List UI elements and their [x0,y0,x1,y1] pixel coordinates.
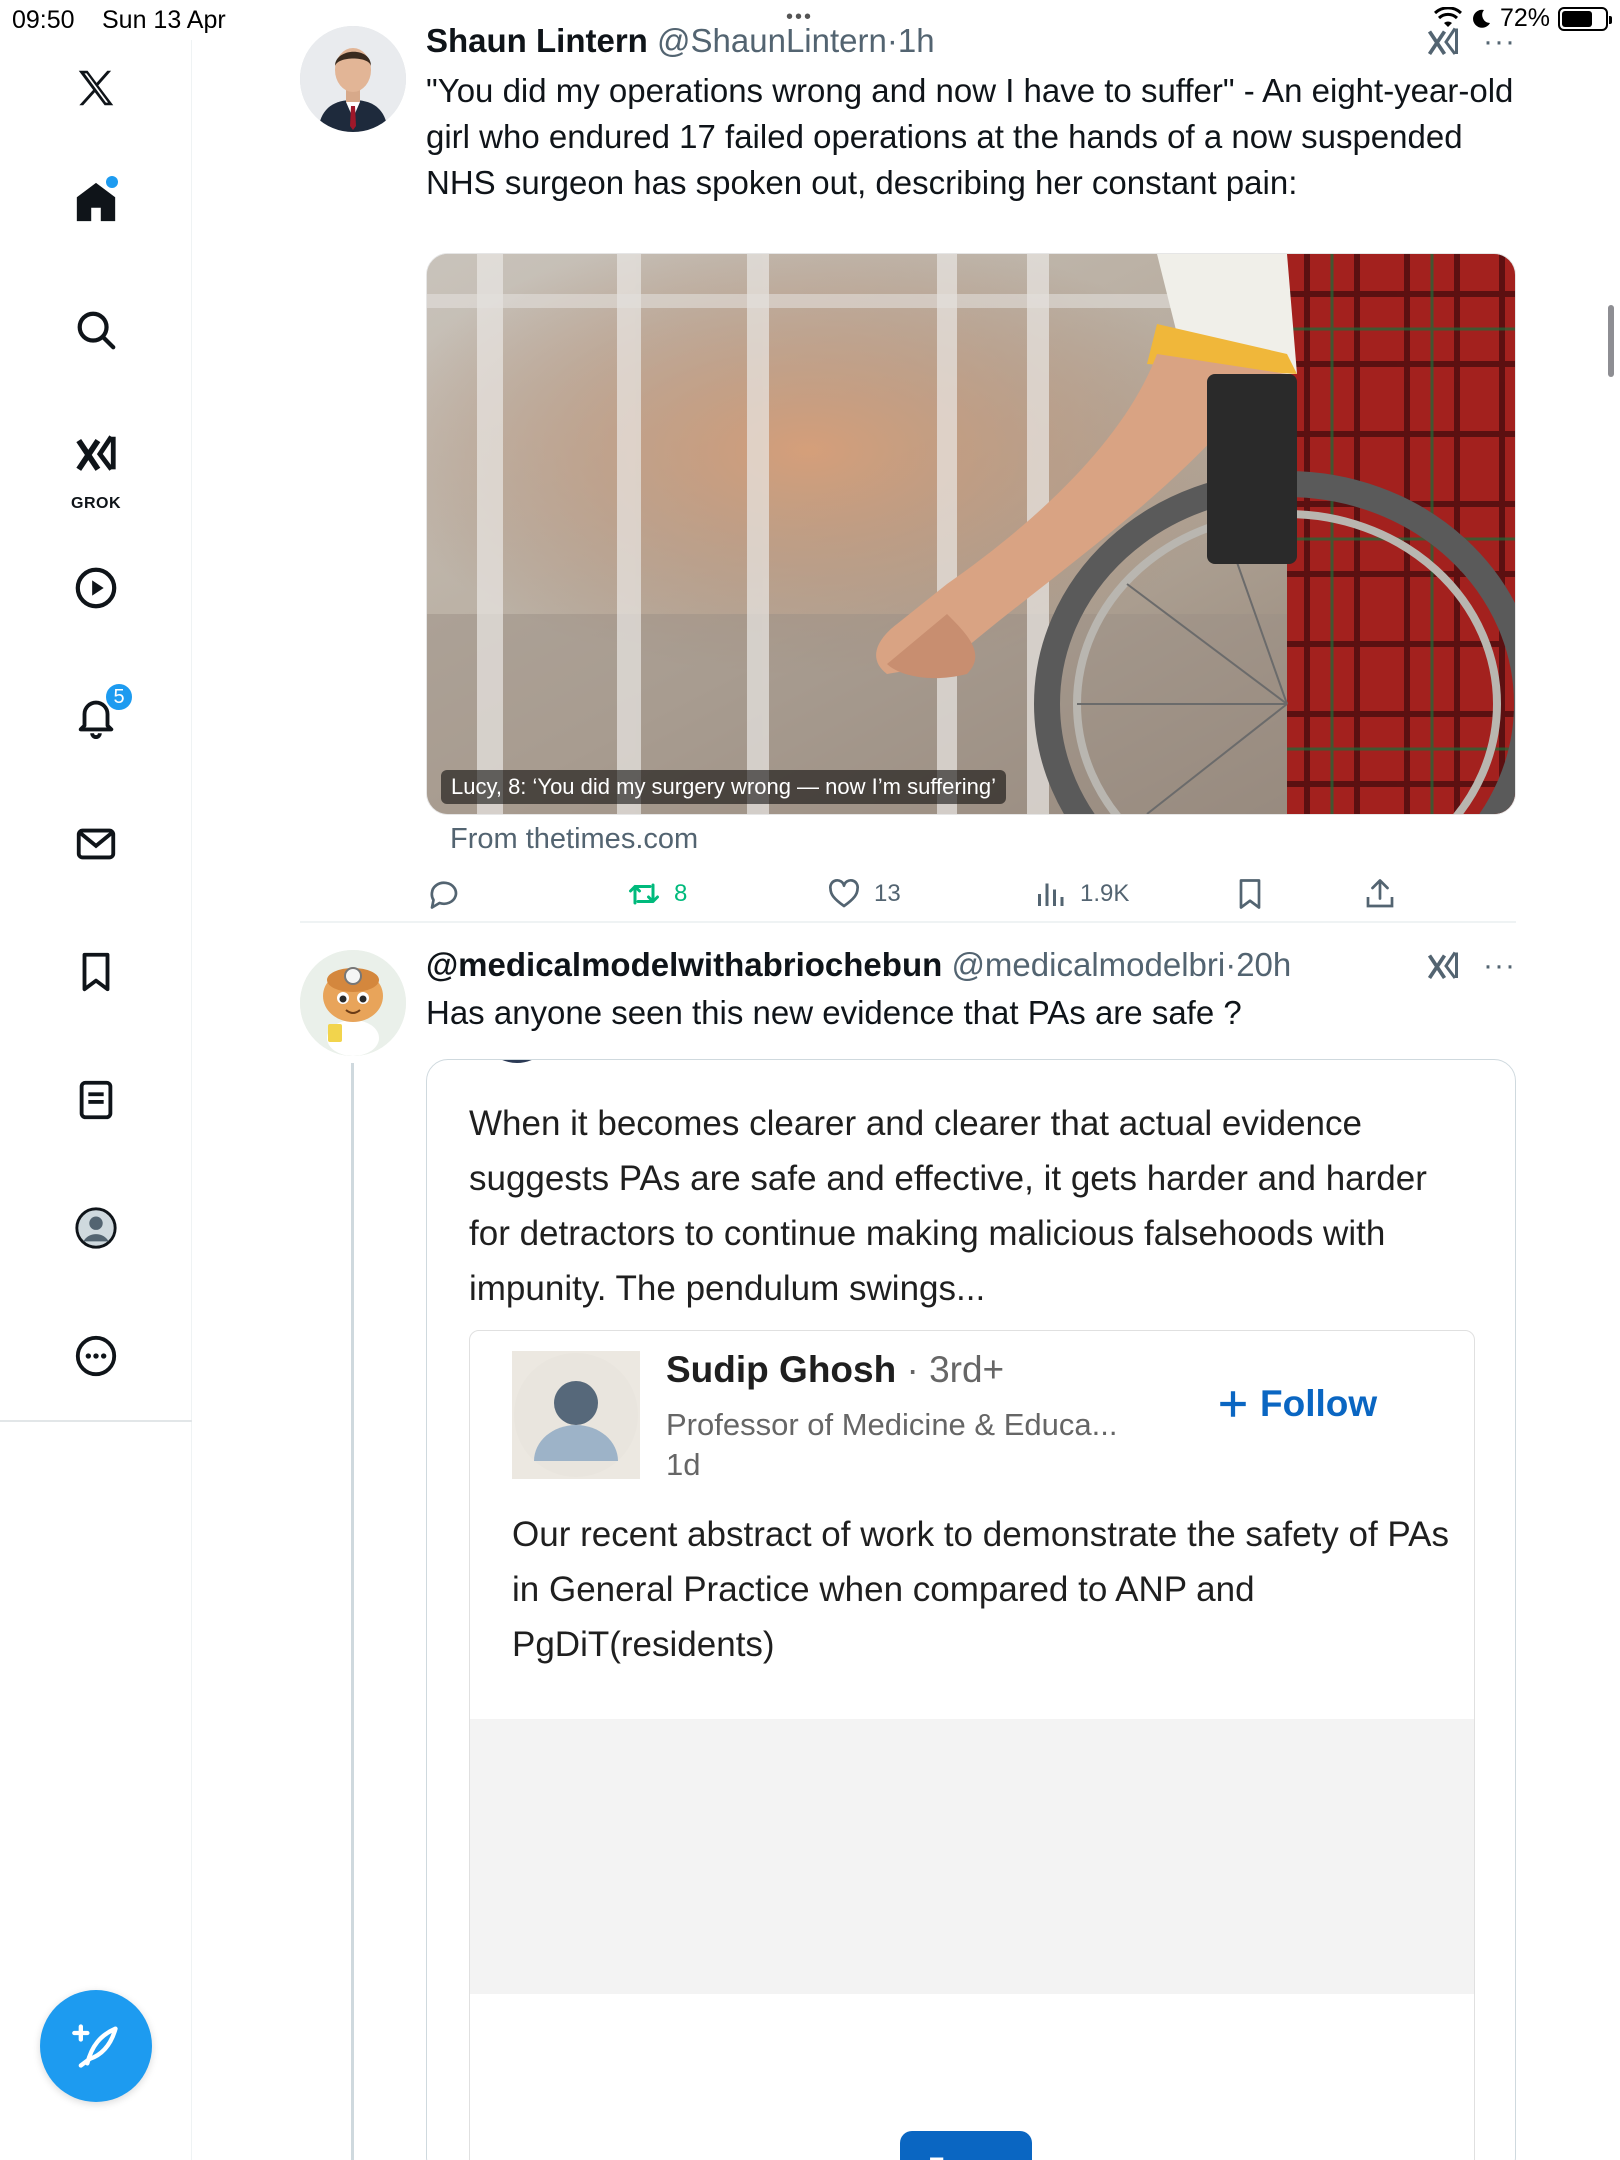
linkedin-connection-degree: · 3rd+ [906,1349,1005,1390]
share-icon [1366,879,1394,908]
tweet-header: Shaun Lintern @ShaunLintern·1h [426,22,935,59]
views-icon [1038,883,1064,906]
notifications-badge: 5 [104,682,134,712]
follow-label: Follow [1260,1383,1378,1424]
nav-search[interactable] [56,290,136,370]
nav-more[interactable] [56,1316,136,1396]
tweet-shaun-lintern[interactable]: Shaun Lintern @ShaunLintern·1h ··· "You … [300,22,1516,921]
bookmark-icon [1239,879,1261,909]
tweet-time[interactable]: 20h [1236,946,1291,983]
retweet-icon [629,883,659,905]
battery-icon [1558,6,1612,31]
sidebar: GROK 5 [0,40,192,2160]
status-time: 09:50 [12,6,75,34]
nav-video[interactable] [56,548,136,628]
grok-icon [76,435,116,471]
tweet-header-icons: ··· [1425,948,1516,984]
x-logo-icon[interactable] [56,48,136,128]
lists-icon [79,1080,113,1120]
grok-icon[interactable] [1425,948,1461,984]
linkedin-logo-icon: in [900,2131,1032,2160]
profile-icon [75,1207,117,1249]
scrollbar[interactable] [1608,305,1614,377]
author-name[interactable]: @medicalmodelwithabriochebun [426,946,942,983]
tweet-separator [300,921,1516,923]
nav-notifications[interactable]: 5 [56,676,136,756]
embedded-screenshot[interactable]: When it becomes clearer and clearer that… [426,1059,1516,2160]
linkedin-author: Sudip Ghosh · 3rd+ [666,1349,1004,1391]
bookmark-icon [82,952,110,992]
compose-icon [72,2024,118,2068]
linkedin-post: Sudip Ghosh · 3rd+ Professor of Medicine… [469,1330,1475,2160]
views-button[interactable]: 1.9K [1032,876,1129,912]
cropped-header-fragment [502,1060,532,1063]
wheelchair-photo [427,254,1515,814]
more-options-icon[interactable]: ··· [1483,25,1516,59]
like-icon [829,879,859,908]
author-handle[interactable]: @medicalmodelbri [951,946,1225,983]
linkedin-logo-text: in [923,2131,1008,2160]
bookmark-button[interactable] [1232,876,1268,912]
avatar[interactable] [300,26,406,132]
nav-messages[interactable] [56,804,136,884]
like-button[interactable]: 13 [826,876,901,912]
nav-home[interactable] [56,162,136,242]
linkedin-author-role: Professor of Medicine & Educa... [666,1407,1118,1442]
nav-lists[interactable] [56,1060,136,1140]
linkedin-post-time: 1d [666,1447,701,1482]
share-button[interactable] [1362,876,1398,912]
retweet-count: 8 [674,880,688,907]
linkedin-author-name: Sudip Ghosh [666,1349,897,1390]
linkedin-post-body: Our recent abstract of work to demonstra… [512,1515,1450,1664]
author-name[interactable]: Shaun Lintern [426,22,648,59]
tweet-header-icons: ··· [1425,24,1516,60]
like-count: 13 [874,880,901,907]
views-count: 1.9K [1080,880,1130,907]
tweet-time[interactable]: 1h [898,22,935,59]
grok-label: GROK [71,495,121,512]
home-unread-dot [106,176,118,188]
link-preview-title: Lucy, 8: ‘You did my surgery wrong — now… [441,770,1006,804]
tweet-text: "You did my operations wrong and now I h… [426,72,1514,201]
linkedin-media-placeholder [470,1719,1474,1994]
reply-button[interactable] [426,876,462,912]
tweet-header: @medicalmodelwithabriochebun @medicalmod… [426,946,1292,983]
sidebar-divider [0,1420,192,1422]
author-photo-placeholder [512,1351,640,1479]
avatar[interactable] [300,950,406,1056]
thread-line [351,1063,354,2160]
author-handle[interactable]: @ShaunLintern [657,22,887,59]
more-options-icon[interactable]: ··· [1483,949,1516,983]
linkedin-follow-button: Follow [1216,1383,1377,1425]
tweet-actions: 8 13 1.9K [426,876,1516,926]
tweet-text: Has anyone seen this new evidence that P… [426,994,1242,1031]
link-preview-image[interactable]: Lucy, 8: ‘You did my surgery wrong — now… [426,253,1516,815]
search-icon [77,311,116,350]
video-icon [75,567,117,609]
compose-button[interactable] [40,1990,152,2102]
link-source[interactable]: From thetimes.com [450,823,698,856]
nav-profile[interactable] [56,1188,136,1268]
more-icon [75,1335,117,1377]
nav-bookmarks[interactable] [56,932,136,1012]
grok-icon[interactable] [1425,24,1461,60]
mail-icon [76,828,116,860]
status-date: Sun 13 Apr [102,6,226,34]
plus-icon [1220,1391,1246,1417]
retweet-button[interactable]: 8 [626,876,687,912]
nav-grok[interactable]: GROK [56,415,136,515]
reply-icon [430,881,458,909]
embedded-post-text: When it becomes clearer and clearer that… [469,1104,1427,1308]
